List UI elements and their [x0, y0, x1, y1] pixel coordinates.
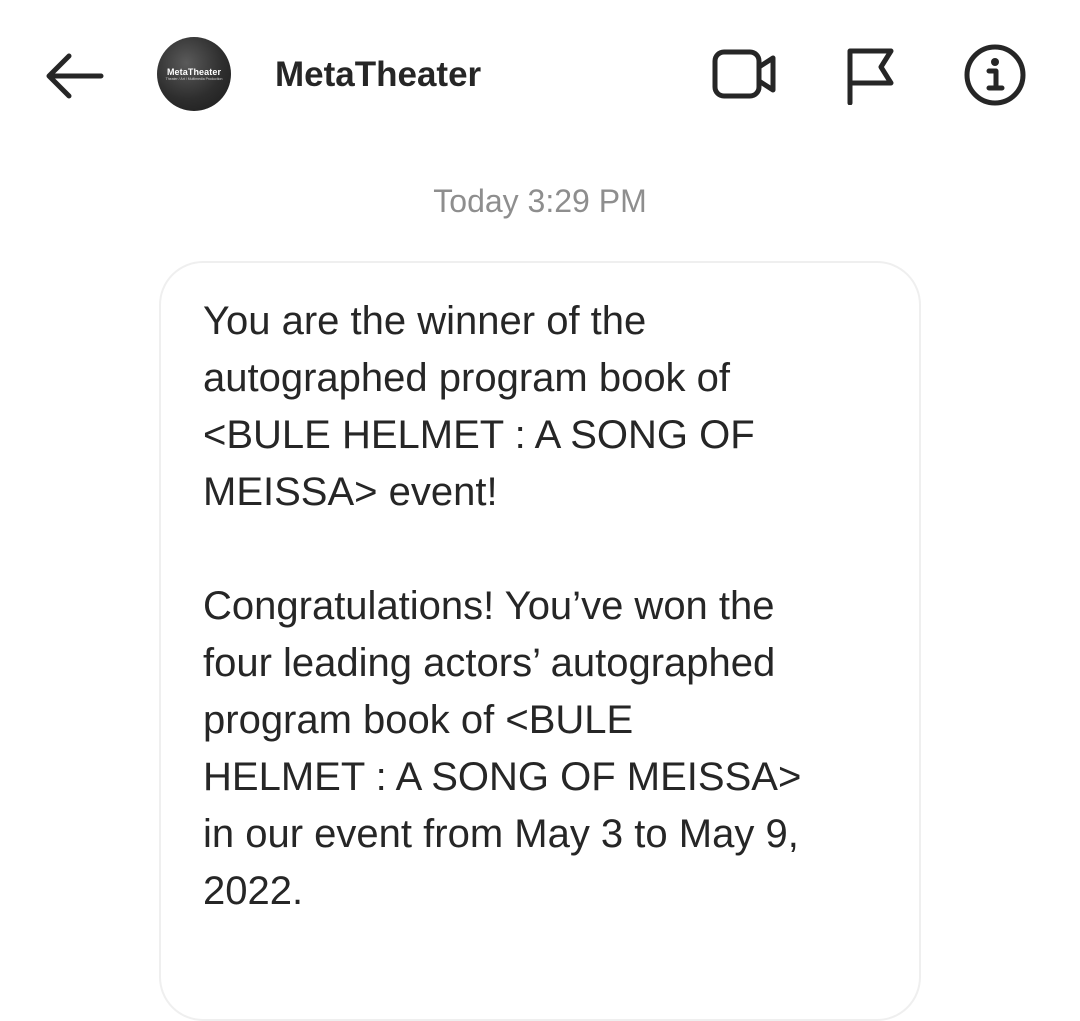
message-paragraph: Congratulations! You’ve won the four lea…	[203, 584, 802, 913]
info-icon	[964, 44, 1026, 106]
report-button[interactable]	[836, 40, 906, 110]
avatar[interactable]: MetaTheater Theater / Art / Multimedia P…	[157, 37, 231, 111]
arrow-left-icon	[46, 53, 104, 99]
video-camera-icon	[712, 49, 776, 99]
flag-icon	[847, 48, 894, 105]
video-call-button[interactable]	[710, 40, 780, 110]
avatar-logo-text: MetaTheater	[166, 66, 222, 77]
contact-name[interactable]: MetaTheater	[275, 54, 481, 96]
message-paragraph: You are the winner of the autographed pr…	[203, 299, 755, 514]
info-button[interactable]	[960, 40, 1030, 110]
chat-header: MetaTheater Theater / Art / Multimedia P…	[0, 0, 1080, 150]
avatar-logo-subtext: Theater / Art / Multimedia Production	[165, 76, 223, 81]
message-bubble[interactable]: You are the winner of the autographed pr…	[159, 261, 921, 1021]
message-text: You are the winner of the autographed pr…	[203, 293, 903, 920]
back-button[interactable]	[38, 46, 108, 106]
message-timestamp: Today 3:29 PM	[433, 183, 647, 219]
